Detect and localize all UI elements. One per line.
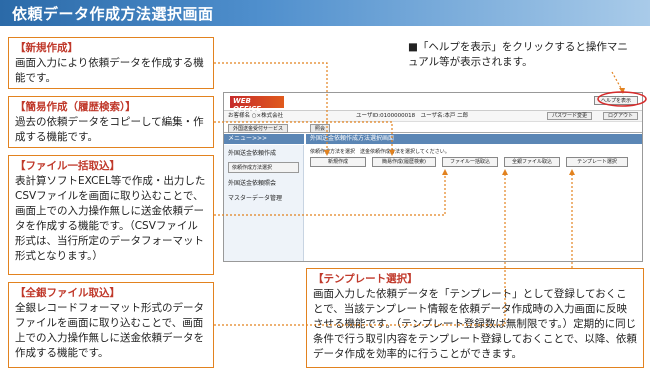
arrow-file	[214, 175, 446, 216]
arrow-simple	[214, 121, 393, 150]
arrow-help	[611, 71, 623, 91]
help-highlight	[597, 91, 647, 107]
arrow-new	[214, 62, 328, 150]
callout-arrows	[214, 62, 647, 326]
arrow-zengin	[214, 175, 506, 326]
